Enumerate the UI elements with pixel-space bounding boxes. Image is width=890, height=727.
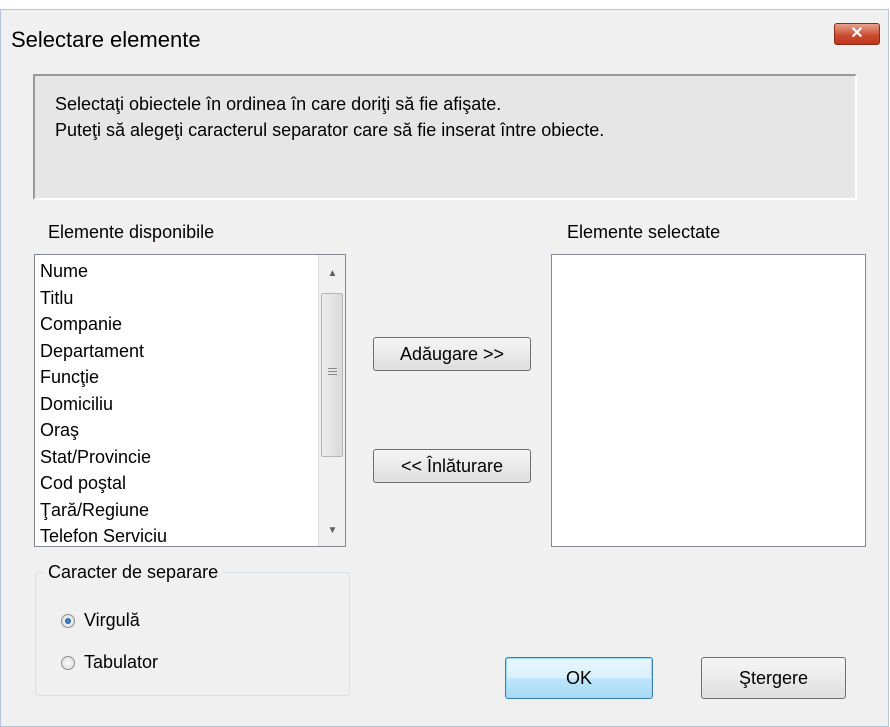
title-bar[interactable]: Selectare elemente ✕	[1, 10, 888, 62]
list-item[interactable]: Nume	[40, 258, 167, 285]
available-items-label: Elemente disponibile	[48, 222, 215, 242]
thumb-grip-line	[328, 374, 337, 375]
ok-button[interactable]: OK	[505, 657, 653, 699]
thumb-grip-line	[328, 371, 337, 372]
delete-button[interactable]: Ştergere	[701, 657, 846, 699]
scroll-thumb[interactable]	[321, 293, 343, 457]
vertical-scrollbar[interactable]: ▲ ▼	[318, 255, 345, 546]
thumb-grip-line	[328, 368, 337, 369]
selected-items-listbox[interactable]	[551, 254, 866, 547]
list-item[interactable]: Ţară/Regiune	[40, 497, 167, 524]
list-item[interactable]: Titlu	[40, 285, 167, 312]
scroll-down-arrow-icon[interactable]: ▼	[319, 518, 346, 544]
list-item[interactable]: Departament	[40, 338, 167, 365]
available-items-list: Nume Titlu Companie Departament Funcţie …	[40, 258, 167, 550]
close-button[interactable]: ✕	[834, 23, 880, 45]
list-item[interactable]: Stat/Provincie	[40, 444, 167, 471]
remove-button[interactable]: << Înlăturare	[373, 449, 531, 483]
radio-label-virgula[interactable]: Virgulă	[84, 610, 140, 631]
radio-virgula[interactable]	[61, 614, 75, 628]
scroll-up-arrow-icon[interactable]: ▲	[319, 261, 346, 287]
instructions-panel: Selectaţi obiectele în ordinea în care d…	[33, 74, 857, 200]
selected-items-label: Elemente selectate	[567, 222, 721, 242]
list-item[interactable]: Telefon Serviciu	[40, 523, 167, 550]
list-item[interactable]: Domiciliu	[40, 391, 167, 418]
list-item[interactable]: Oraş	[40, 417, 167, 444]
list-item[interactable]: Cod poştal	[40, 470, 167, 497]
instruction-line-2: Puteţi să alegeţi caracterul separator c…	[55, 120, 605, 140]
radio-tabulator[interactable]	[61, 656, 75, 670]
radio-label-tabulator[interactable]: Tabulator	[84, 652, 158, 673]
available-items-listbox[interactable]: Nume Titlu Companie Departament Funcţie …	[34, 254, 346, 547]
separator-groupbox	[35, 572, 350, 696]
radio-selected-dot	[65, 618, 71, 624]
close-icon: ✕	[850, 25, 864, 42]
list-item[interactable]: Funcţie	[40, 364, 167, 391]
list-item[interactable]: Companie	[40, 311, 167, 338]
dialog-title: Selectare elemente	[11, 27, 201, 52]
instruction-line-1: Selectaţi obiectele în ordinea în care d…	[55, 94, 502, 114]
separator-group-title: Caracter de separare	[44, 562, 223, 583]
add-button[interactable]: Adăugare >>	[373, 337, 531, 371]
